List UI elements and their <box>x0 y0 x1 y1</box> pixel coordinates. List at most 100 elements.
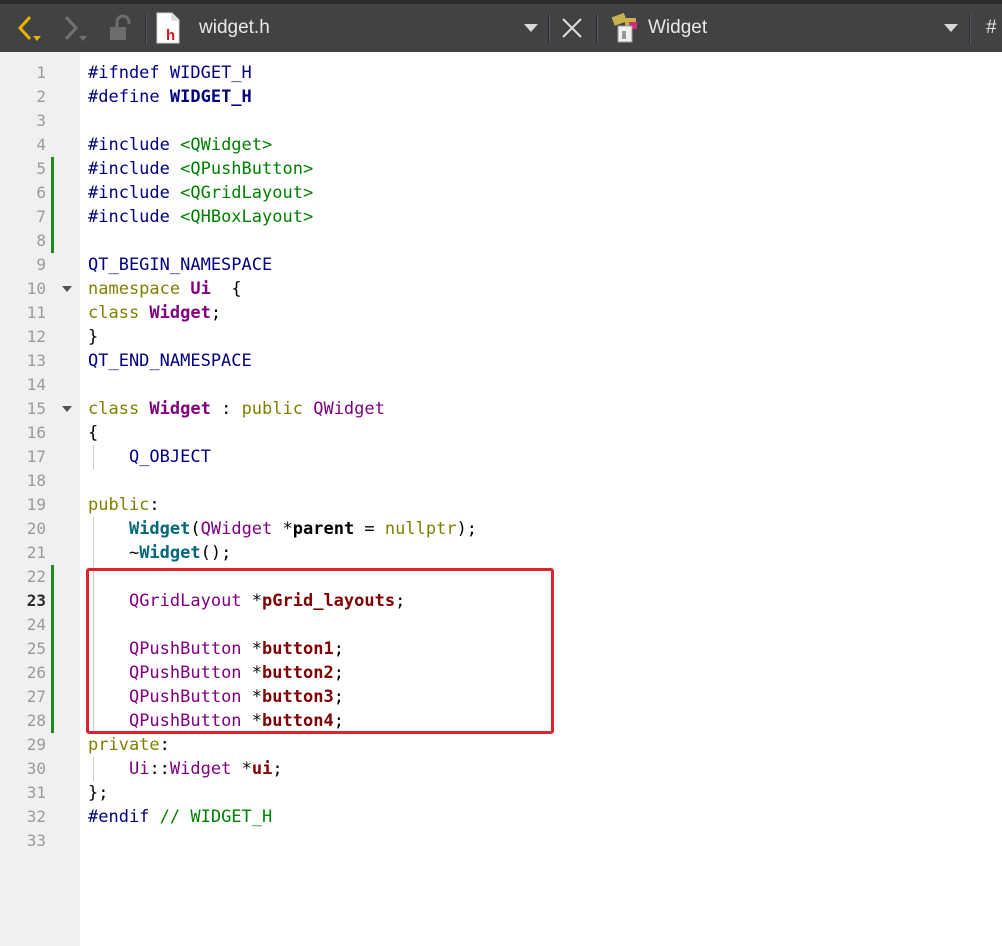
file-selector[interactable]: widget.h <box>199 4 519 52</box>
code-line[interactable]: #include <QWidget> <box>88 133 272 157</box>
modified-lines-marker <box>51 565 54 733</box>
symbol-name: Widget <box>648 17 708 38</box>
close-document-button[interactable] <box>561 4 585 52</box>
code-token: * <box>272 519 293 539</box>
code-line[interactable]: namespace Ui { <box>88 277 242 301</box>
code-token: #endif <box>88 807 160 827</box>
code-token: * <box>231 759 252 779</box>
code-line[interactable]: #include <QPushButton> <box>88 157 313 181</box>
code-token: (); <box>200 543 232 563</box>
file-dropdown-button[interactable] <box>524 4 542 52</box>
line-number: 12 <box>26 327 46 346</box>
symbol-dropdown-button[interactable] <box>944 4 962 52</box>
code-token: Widget <box>149 399 211 419</box>
code-token: // WIDGET_H <box>159 807 273 827</box>
code-line[interactable]: #define WIDGET_H <box>88 85 252 109</box>
forward-button[interactable] <box>60 4 90 52</box>
code-token: Widget <box>128 519 191 539</box>
code-line[interactable]: #include <QGridLayout> <box>88 181 313 205</box>
symbol-selector[interactable]: Widget <box>648 4 928 52</box>
code-token: #include <box>88 207 181 227</box>
line-number: 16 <box>26 423 46 442</box>
chevron-down-icon <box>524 24 538 32</box>
code-token: public <box>241 399 314 419</box>
code-token: QWidget <box>313 399 385 419</box>
code-line[interactable]: class Widget : public QWidget <box>88 397 385 421</box>
line-number: 31 <box>26 783 46 802</box>
code-token: #include <box>88 135 181 155</box>
code-token: ); <box>456 519 478 539</box>
lock-button[interactable] <box>108 4 136 52</box>
code-line[interactable]: #include <QHBoxLayout> <box>88 205 313 229</box>
fold-toggle-icon[interactable] <box>62 406 72 412</box>
code-line[interactable]: class Widget; <box>88 301 221 325</box>
back-button[interactable] <box>14 4 44 52</box>
code-token: #ifndef <box>88 63 170 83</box>
arrow-left-icon <box>17 15 41 41</box>
code-token: ( <box>190 519 201 539</box>
line-number: 6 <box>36 183 46 202</box>
code-token: nullptr <box>384 519 457 539</box>
code-line[interactable]: }; <box>88 781 108 805</box>
code-token: QT_END_NAMESPACE <box>88 351 252 371</box>
code-line[interactable]: #endif // WIDGET_H <box>88 805 272 829</box>
class-icon <box>611 12 637 43</box>
svg-text:h: h <box>166 27 175 44</box>
line-number: 25 <box>26 639 46 658</box>
code-token: <QGridLayout> <box>180 183 314 203</box>
line-number: 29 <box>26 735 46 754</box>
code-token: namespace <box>88 279 191 299</box>
line-number: 9 <box>36 255 46 274</box>
code-line[interactable]: Q_OBJECT <box>88 445 211 469</box>
close-icon <box>562 18 582 38</box>
code-line[interactable]: Ui::Widget *ui; <box>88 757 283 781</box>
line-number: 21 <box>26 543 46 562</box>
code-token: ~ <box>88 543 140 563</box>
line-number: 2 <box>36 87 46 106</box>
indent-guide <box>93 445 94 469</box>
fold-toggle-icon[interactable] <box>62 286 72 292</box>
code-line[interactable]: public: <box>88 493 160 517</box>
code-line[interactable]: Widget(QWidget *parent = nullptr); <box>88 517 477 541</box>
code-token: ; <box>210 303 222 323</box>
line-number: 22 <box>26 567 46 586</box>
line-number: 13 <box>26 351 46 370</box>
code-token: QT_BEGIN_NAMESPACE <box>88 255 273 275</box>
line-number: 15 <box>26 399 46 418</box>
code-line[interactable]: private: <box>88 733 170 757</box>
hash-button[interactable]: # <box>986 4 1002 52</box>
line-number: 20 <box>26 519 46 538</box>
code-line[interactable]: #ifndef WIDGET_H <box>88 61 252 85</box>
code-token: WIDGET_H <box>169 87 252 107</box>
code-token: <QPushButton> <box>180 159 314 179</box>
line-number: 24 <box>26 615 46 634</box>
code-token: Widget <box>169 759 232 779</box>
line-number: 32 <box>26 807 46 826</box>
code-line[interactable]: QT_END_NAMESPACE <box>88 349 252 373</box>
code-token: #define <box>88 87 170 107</box>
code-token: } <box>88 327 99 347</box>
code-token: :: <box>149 759 170 779</box>
code-token: QWidget <box>200 519 273 539</box>
code-token: <QHBoxLayout> <box>180 207 314 227</box>
line-number: 7 <box>36 207 46 226</box>
line-number: 18 <box>26 471 46 490</box>
line-number: 19 <box>26 495 46 514</box>
line-number: 10 <box>26 279 46 298</box>
hash-label: # <box>986 17 997 38</box>
code-line[interactable]: QT_BEGIN_NAMESPACE <box>88 253 272 277</box>
line-number: 17 <box>26 447 46 466</box>
code-line[interactable]: ~Widget(); <box>88 541 231 565</box>
code-line[interactable]: { <box>88 421 98 445</box>
line-number: 30 <box>26 759 46 778</box>
code-token: : <box>210 399 242 419</box>
line-number: 1 <box>36 63 46 82</box>
code-token: : <box>159 735 170 755</box>
line-number: 23 <box>26 591 46 610</box>
line-number: 3 <box>36 111 46 130</box>
header-file-icon: h <box>155 4 183 52</box>
code-token: <QWidget> <box>180 135 273 155</box>
code-line[interactable]: } <box>88 325 98 349</box>
